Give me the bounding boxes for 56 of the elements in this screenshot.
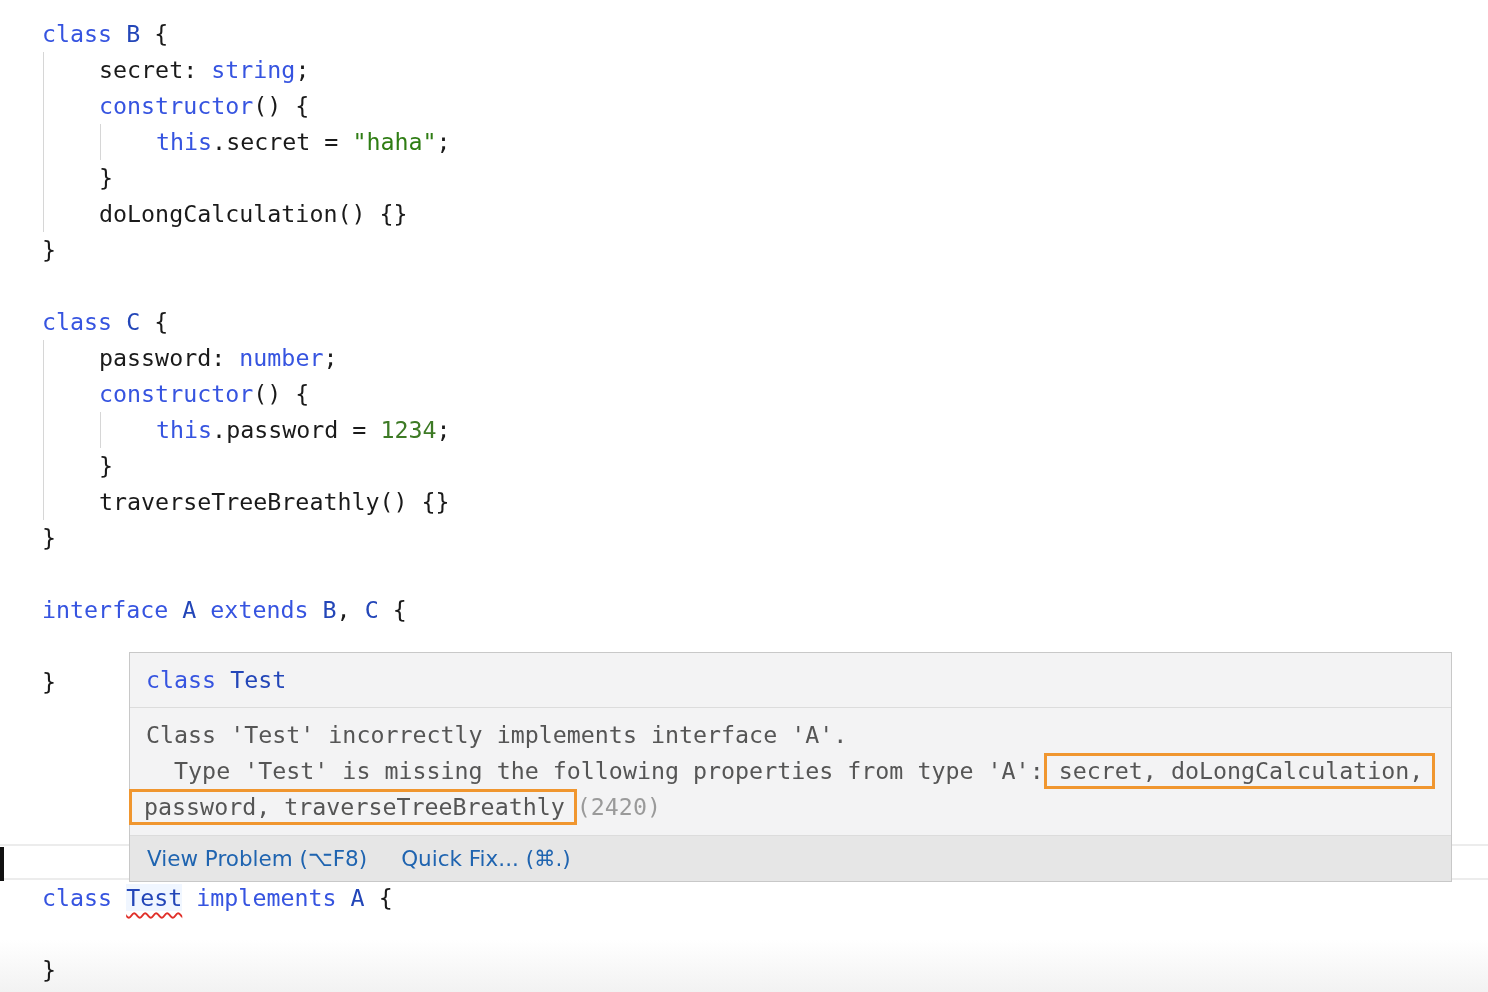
error-code: (2420): [576, 792, 661, 822]
code-keyword: class: [42, 308, 114, 335]
code-keyword: extends: [210, 596, 310, 623]
code-text: secret: [99, 56, 184, 83]
code-keyword: number: [239, 344, 324, 371]
action-link[interactable]: View Problem (⌥F8): [147, 846, 368, 871]
code-text: () {: [253, 380, 310, 407]
code-keyword: interface: [42, 596, 170, 623]
code-text: ;: [323, 344, 338, 371]
code-text: password: [99, 344, 212, 371]
error-message: Class 'Test' incorrectly implements interface 'A'.: [146, 720, 848, 750]
code-text: .secret =: [212, 128, 340, 155]
highlighted-text: secret, doLongCalculation,: [1043, 753, 1436, 789]
code-text: }: [42, 524, 57, 551]
code-text: }: [99, 452, 114, 479]
code-keyword: this: [156, 128, 213, 155]
code-text: }: [42, 668, 57, 695]
code-keyword: constructor: [99, 92, 254, 119]
code-text: ,: [336, 596, 352, 623]
code-keyword: this: [156, 416, 213, 443]
code-string: "haha": [352, 128, 437, 155]
code-text: {: [153, 308, 169, 335]
code-type-name: C: [364, 596, 379, 623]
code-text: }: [42, 236, 57, 263]
code-text: doLongCalculation() {}: [99, 200, 408, 227]
code-text: ;: [436, 416, 451, 443]
code-text: }: [42, 956, 57, 983]
code-text: ;: [436, 128, 451, 155]
code-text: {: [153, 20, 169, 47]
code-text: traverseTreeBreathly() {}: [99, 488, 450, 515]
code-keyword: string: [211, 56, 296, 83]
code-type-name: A: [350, 884, 365, 911]
code-keyword: implements: [195, 884, 338, 911]
code-text: () {: [253, 92, 310, 119]
action-link[interactable]: Quick Fix... (⌘.): [401, 846, 571, 871]
code-type-name: B: [322, 596, 337, 623]
highlighted-text: password, traverseTreeBreathly: [129, 789, 577, 825]
code-text: {: [377, 884, 393, 911]
code-text: {: [391, 596, 407, 623]
code-text: ;: [295, 56, 310, 83]
text-cursor: [0, 846, 4, 881]
error-message: Type 'Test' is missing the following properties from type 'A':: [173, 756, 1044, 786]
code-type-name: C: [126, 308, 141, 335]
code-text: :: [183, 56, 199, 83]
code-text: }: [99, 164, 114, 191]
code-text: .password =: [212, 416, 368, 443]
error-squiggle-text: Test: [126, 884, 183, 911]
code-type-name: B: [126, 20, 141, 47]
code-type-name: A: [182, 596, 198, 623]
code-text: :: [211, 344, 227, 371]
code-keyword: class: [42, 884, 114, 911]
hover-type-name: Test: [230, 666, 287, 693]
code-keyword: class: [42, 20, 114, 47]
code-keyword: constructor: [99, 380, 254, 407]
hover-keyword: class: [146, 666, 218, 693]
code-number: 1234: [380, 416, 437, 443]
